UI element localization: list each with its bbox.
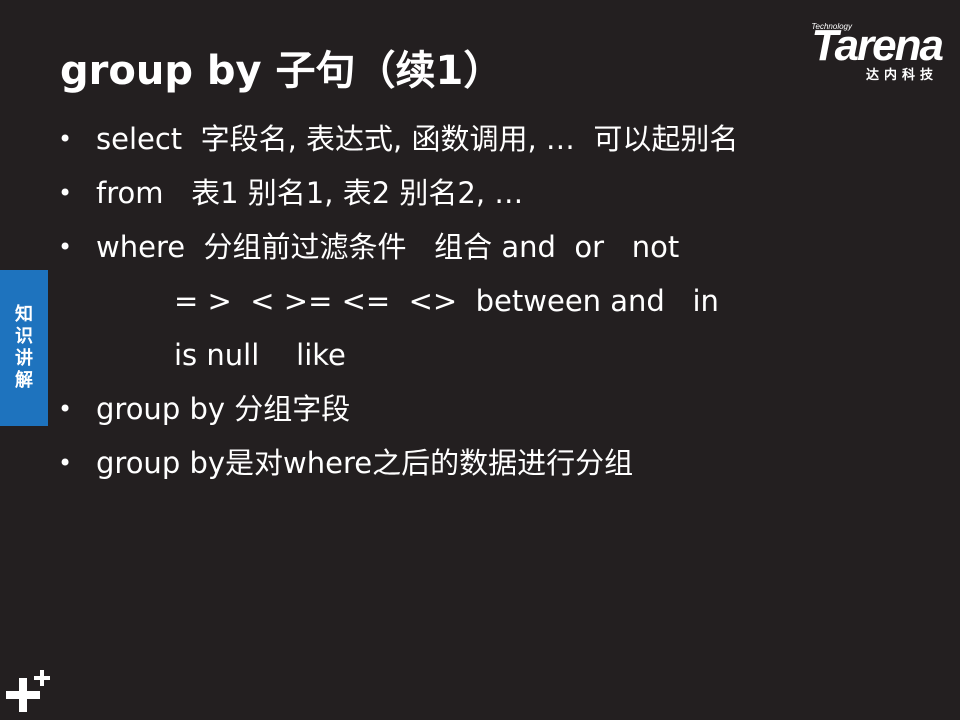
- plus-icon: [6, 670, 50, 712]
- bullet-text: where 分组前过滤条件 组合 and or not: [96, 230, 680, 264]
- bullet-item: • from 表1 别名1, 表2 别名2, …: [0, 166, 960, 220]
- bullet-dot: •: [58, 395, 73, 423]
- bullet-text: group by 分组字段: [96, 392, 351, 426]
- bullet-text: = > < >= <= <> between and in: [174, 284, 719, 318]
- logo-wordmark: Tarena: [811, 21, 944, 70]
- slide: group by 子句（续1） Technology Tarena 达内科技 知…: [0, 0, 960, 720]
- bullet-dot: •: [58, 179, 73, 207]
- bullet-text: from 表1 别名1, 表2 别名2, …: [96, 176, 524, 210]
- bullet-dot: •: [58, 125, 73, 153]
- bullet-subline: is null like: [0, 328, 960, 382]
- bullet-dot: •: [58, 233, 73, 261]
- bullet-item: • select 字段名, 表达式, 函数调用, … 可以起别名: [0, 112, 960, 166]
- bullet-item: • where 分组前过滤条件 组合 and or not: [0, 220, 960, 274]
- bullet-text: group by是对where之后的数据进行分组: [96, 446, 634, 480]
- bullet-item: • group by是对where之后的数据进行分组: [0, 436, 960, 490]
- slide-title: group by 子句（续1）: [60, 48, 504, 94]
- bullet-text: select 字段名, 表达式, 函数调用, … 可以起别名: [96, 122, 739, 156]
- bullet-text: is null like: [174, 338, 346, 372]
- tarena-logo: Technology Tarena 达内科技: [772, 21, 944, 84]
- bullet-item: • group by 分组字段: [0, 382, 960, 436]
- bullet-dot: •: [58, 449, 73, 477]
- logo-chinese-name: 达内科技: [865, 68, 938, 83]
- bullet-list: • select 字段名, 表达式, 函数调用, … 可以起别名 • from …: [0, 112, 960, 490]
- bullet-subline: = > < >= <= <> between and in: [0, 274, 960, 328]
